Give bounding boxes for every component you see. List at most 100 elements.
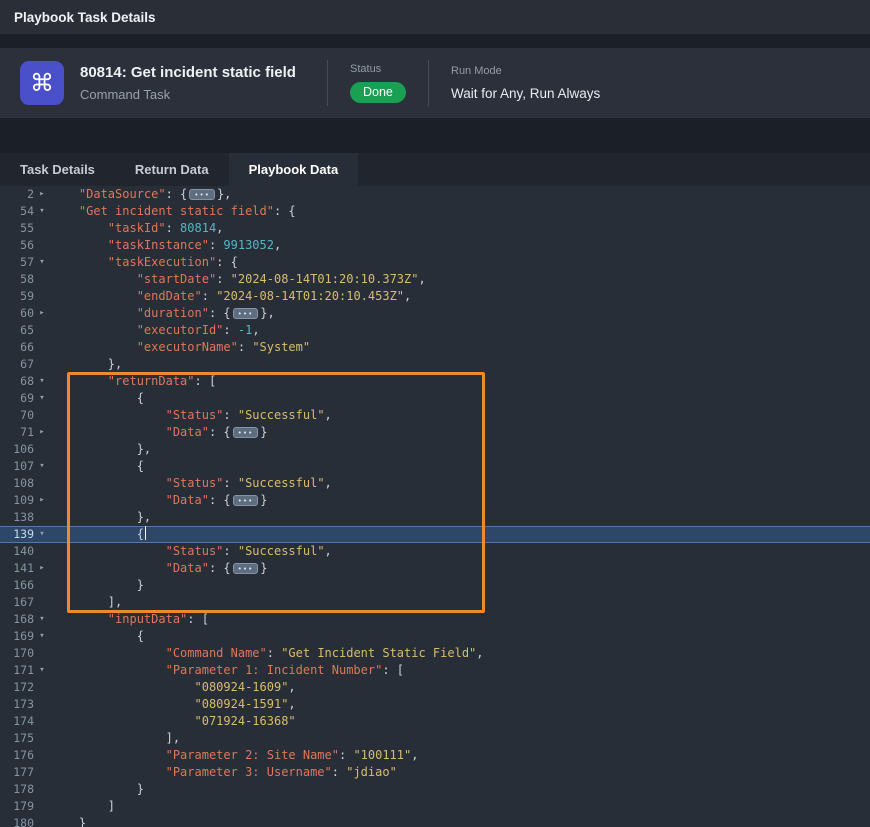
line-number: 168 (0, 611, 34, 628)
code-line-66[interactable]: 66 "executorName": "System" (0, 339, 870, 356)
collapsed-region-badge[interactable]: ••• (233, 308, 259, 319)
fold-toggle-icon[interactable]: ▾ (34, 458, 50, 475)
fold-spacer (34, 696, 50, 713)
fold-toggle-icon[interactable]: ▾ (34, 611, 50, 628)
code-line-70[interactable]: 70 "Status": "Successful", (0, 407, 870, 424)
tab-playbook-data[interactable]: Playbook Data (229, 153, 359, 186)
line-text: ], (50, 594, 870, 611)
line-number: 140 (0, 543, 34, 560)
code-line-68[interactable]: 68▾ "returnData": [ (0, 373, 870, 390)
line-text: } (50, 815, 870, 827)
fold-toggle-icon[interactable]: ▸ (34, 424, 50, 441)
line-number: 108 (0, 475, 34, 492)
code-line-55[interactable]: 55 "taskId": 80814, (0, 220, 870, 237)
fold-spacer (34, 339, 50, 356)
line-text: "returnData": [ (50, 373, 870, 390)
code-line-167[interactable]: 167 ], (0, 594, 870, 611)
line-number: 166 (0, 577, 34, 594)
code-line-166[interactable]: 166 } (0, 577, 870, 594)
code-line-67[interactable]: 67 }, (0, 356, 870, 373)
code-line-141[interactable]: 141▸ "Data": {•••} (0, 560, 870, 577)
code-line-172[interactable]: 172 "080924-1609", (0, 679, 870, 696)
code-line-71[interactable]: 71▸ "Data": {•••} (0, 424, 870, 441)
code-line-177[interactable]: 177 "Parameter 3: Username": "jdiao" (0, 764, 870, 781)
line-number: 68 (0, 373, 34, 390)
divider (327, 60, 328, 106)
tab-task-details[interactable]: Task Details (0, 153, 115, 186)
line-text: "Get incident static field": { (50, 203, 870, 220)
code-line-168[interactable]: 168▾ "inputData": [ (0, 611, 870, 628)
code-line-57[interactable]: 57▾ "taskExecution": { (0, 254, 870, 271)
line-text: }, (50, 356, 870, 373)
line-text: }, (50, 509, 870, 526)
line-text: "executorName": "System" (50, 339, 870, 356)
fold-spacer (34, 730, 50, 747)
code-line-138[interactable]: 138 }, (0, 509, 870, 526)
code-line-175[interactable]: 175 ], (0, 730, 870, 747)
status-label: Status (350, 63, 406, 75)
line-number: 70 (0, 407, 34, 424)
fold-toggle-icon[interactable]: ▾ (34, 254, 50, 271)
code-line-171[interactable]: 171▾ "Parameter 1: Incident Number": [ (0, 662, 870, 679)
code-line-60[interactable]: 60▸ "duration": {•••}, (0, 305, 870, 322)
fold-toggle-icon[interactable]: ▾ (34, 662, 50, 679)
line-number: 139 (0, 526, 34, 543)
code-lines: 2▸ "DataSource": {•••},54▾ "Get incident… (0, 186, 870, 827)
code-line-108[interactable]: 108 "Status": "Successful", (0, 475, 870, 492)
fold-toggle-icon[interactable]: ▾ (34, 390, 50, 407)
code-line-140[interactable]: 140 "Status": "Successful", (0, 543, 870, 560)
line-text: "taskId": 80814, (50, 220, 870, 237)
code-line-178[interactable]: 178 } (0, 781, 870, 798)
json-editor[interactable]: 2▸ "DataSource": {•••},54▾ "Get incident… (0, 186, 870, 827)
code-line-173[interactable]: 173 "080924-1591", (0, 696, 870, 713)
line-text: "duration": {•••}, (50, 305, 870, 322)
code-line-69[interactable]: 69▾ { (0, 390, 870, 407)
line-text: "taskExecution": { (50, 254, 870, 271)
code-line-58[interactable]: 58 "startDate": "2024-08-14T01:20:10.373… (0, 271, 870, 288)
fold-toggle-icon[interactable]: ▸ (34, 305, 50, 322)
code-line-65[interactable]: 65 "executorId": -1, (0, 322, 870, 339)
line-number: 107 (0, 458, 34, 475)
collapsed-region-badge[interactable]: ••• (189, 189, 215, 200)
line-text: "Status": "Successful", (50, 407, 870, 424)
collapsed-region-badge[interactable]: ••• (233, 427, 259, 438)
code-line-169[interactable]: 169▾ { (0, 628, 870, 645)
code-line-176[interactable]: 176 "Parameter 2: Site Name": "100111", (0, 747, 870, 764)
line-text: "Parameter 2: Site Name": "100111", (50, 747, 870, 764)
tab-bar: Task Details Return Data Playbook Data (0, 153, 870, 186)
line-number: 109 (0, 492, 34, 509)
fold-toggle-icon[interactable]: ▾ (34, 526, 50, 543)
fold-toggle-icon[interactable]: ▾ (34, 203, 50, 220)
code-line-56[interactable]: 56 "taskInstance": 9913052, (0, 237, 870, 254)
tab-return-data[interactable]: Return Data (115, 153, 229, 186)
line-text: "Data": {•••} (50, 424, 870, 441)
fold-toggle-icon[interactable]: ▸ (34, 560, 50, 577)
code-line-106[interactable]: 106 }, (0, 441, 870, 458)
code-line-139[interactable]: 139▾ { (0, 526, 870, 543)
fold-spacer (34, 271, 50, 288)
code-line-109[interactable]: 109▸ "Data": {•••} (0, 492, 870, 509)
code-line-2[interactable]: 2▸ "DataSource": {•••}, (0, 186, 870, 203)
fold-toggle-icon[interactable]: ▾ (34, 628, 50, 645)
fold-spacer (34, 764, 50, 781)
code-line-54[interactable]: 54▾ "Get incident static field": { (0, 203, 870, 220)
fold-toggle-icon[interactable]: ▸ (34, 186, 50, 203)
line-number: 174 (0, 713, 34, 730)
code-line-180[interactable]: 180 } (0, 815, 870, 827)
line-text: "Command Name": "Get Incident Static Fie… (50, 645, 870, 662)
line-text: { (50, 390, 870, 407)
fold-toggle-icon[interactable]: ▾ (34, 373, 50, 390)
code-line-170[interactable]: 170 "Command Name": "Get Incident Static… (0, 645, 870, 662)
line-text: ], (50, 730, 870, 747)
collapsed-region-badge[interactable]: ••• (233, 563, 259, 574)
fold-toggle-icon[interactable]: ▸ (34, 492, 50, 509)
line-text: "endDate": "2024-08-14T01:20:10.453Z", (50, 288, 870, 305)
line-number: 180 (0, 815, 34, 827)
code-line-174[interactable]: 174 "071924-16368" (0, 713, 870, 730)
code-line-107[interactable]: 107▾ { (0, 458, 870, 475)
code-line-179[interactable]: 179 ] (0, 798, 870, 815)
collapsed-region-badge[interactable]: ••• (233, 495, 259, 506)
line-text: "Data": {•••} (50, 560, 870, 577)
code-line-59[interactable]: 59 "endDate": "2024-08-14T01:20:10.453Z"… (0, 288, 870, 305)
line-number: 172 (0, 679, 34, 696)
